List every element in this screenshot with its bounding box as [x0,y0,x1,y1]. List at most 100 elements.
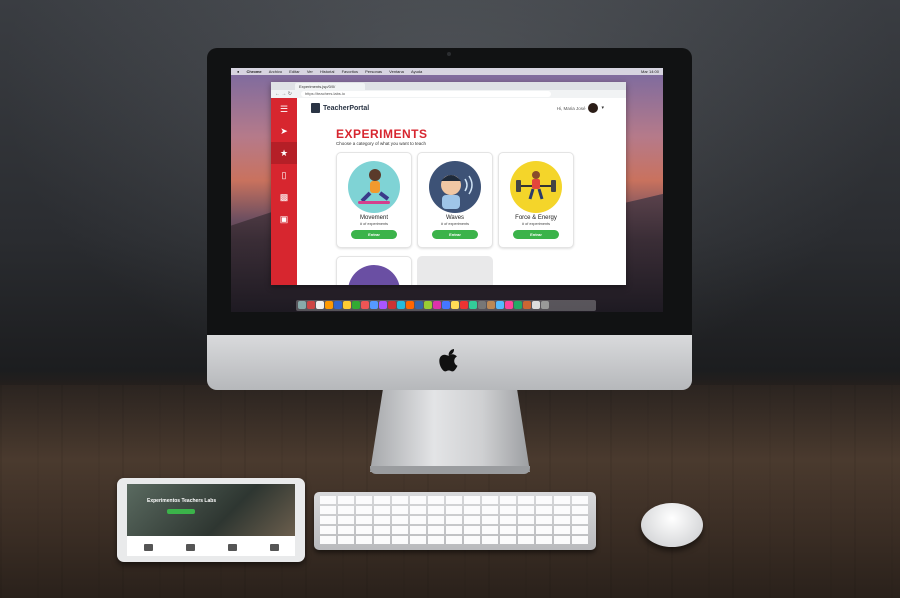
user-menu[interactable]: Hi, Maria José ▾ [557,103,604,113]
imac-screen: ● Chrome Archivo Editar Ver Historial Fa… [231,68,663,312]
dock-icon[interactable] [532,301,540,309]
category-card-partial[interactable] [336,256,412,285]
dock-icon[interactable] [298,301,306,309]
portal-page: TeacherPortal Hi, Maria José ▾ EXPERIMEN… [297,98,626,285]
card-title: Force & Energy [515,215,557,221]
card-count: # of experiments [440,222,470,226]
dock-icon[interactable] [469,301,477,309]
dock-icon[interactable] [352,301,360,309]
dock-icon[interactable] [406,301,414,309]
dock-icon[interactable] [388,301,396,309]
ipad-feature-icons [127,538,295,556]
dock-icon[interactable] [514,301,522,309]
macos-menubar: ● Chrome Archivo Editar Ver Historial Fa… [231,68,663,75]
phone-icon[interactable]: ▯ [271,164,297,186]
chevron-down-icon[interactable]: ▾ [601,105,604,111]
card-title: Waves [445,215,465,221]
dock-icon[interactable] [316,301,324,309]
ipad-hero: Experimentos Teachers Labs [127,484,295,536]
rocket-icon[interactable]: ➤ [271,120,297,142]
feature-icon [227,543,237,551]
dock-icon[interactable] [478,301,486,309]
dock-icon[interactable] [334,301,342,309]
ipad-hero-button[interactable] [167,509,195,514]
portal-sidebar: ☰ ➤ ★ ▯ ▩ ▣ [271,98,297,285]
chart-icon[interactable]: ▩ [271,186,297,208]
apple-menu-icon[interactable]: ● [237,69,239,74]
card-count: # of experiments [359,222,389,226]
imac-stand [370,390,530,472]
address-bar-row: ← → ↻ https://teachers.labs.io [271,90,626,98]
portal-logo-icon [311,103,320,113]
trophy-icon[interactable]: ★ [271,142,297,164]
avatar[interactable] [588,103,599,113]
dock-icon[interactable] [379,301,387,309]
nav-arrows-icon[interactable]: ← → ↻ [275,91,292,97]
macos-dock [296,300,596,311]
category-illustration-icon [348,265,400,285]
tab-bar: Experiments.jsp/0/0/ [271,82,626,90]
dock-icon[interactable] [451,301,459,309]
portal-logo[interactable]: TeacherPortal [311,103,369,113]
user-greeting: Hi, Maria José [556,105,586,111]
url-field[interactable]: https://teachers.labs.io [301,91,551,97]
magic-mouse [641,503,703,547]
dock-icon[interactable] [505,301,513,309]
enter-button[interactable]: Entrar [513,230,559,239]
card-title: Movement [359,215,388,221]
keyboard [314,492,596,550]
dock-icon[interactable] [424,301,432,309]
dock-icon[interactable] [397,301,405,309]
dock-icon[interactable] [523,301,531,309]
ipad: Experimentos Teachers Labs [117,478,305,562]
waves-illustration-icon [429,161,481,213]
page-title: EXPERIMENTS [336,127,428,141]
imac-stand-base [370,466,530,474]
dock-icon[interactable] [307,301,315,309]
dock-icon[interactable] [325,301,333,309]
dock-icon[interactable] [415,301,423,309]
dock-icon[interactable] [487,301,495,309]
menu-item[interactable]: Ayuda [411,69,422,74]
category-card-waves[interactable]: Waves # of experiments Entrar [417,152,493,248]
menu-item[interactable]: Ver [307,69,313,74]
dock-icon[interactable] [442,301,450,309]
browser-tab[interactable]: Experiments.jsp/0/0/ [295,83,365,90]
apple-logo-icon [439,349,458,372]
dock-icon[interactable] [370,301,378,309]
menubar-clock[interactable]: Mar 14:00 [641,68,659,75]
page-subtitle: Choose a category of what you want to te… [336,141,427,146]
card-count: # of experiments [521,222,551,226]
dock-icon[interactable] [361,301,369,309]
feature-icon [269,543,279,551]
browser-window: Experiments.jsp/0/0/ ← → ↻ https://teach… [271,82,626,285]
enter-button[interactable]: Entrar [351,230,397,239]
menu-icon[interactable]: ☰ [271,98,297,120]
ipad-screen: Experimentos Teachers Labs [127,484,295,556]
feature-icon [185,543,195,551]
menu-item[interactable]: Editar [289,69,299,74]
dock-icon[interactable] [433,301,441,309]
enter-button[interactable]: Entrar [432,230,478,239]
dock-icon[interactable] [496,301,504,309]
keyboard-keys [320,496,590,546]
dock-icon[interactable] [343,301,351,309]
monitor-icon[interactable]: ▣ [271,208,297,230]
imac-chin [207,335,692,390]
menu-item[interactable]: Ventana [389,69,404,74]
menu-item[interactable]: Favoritos [342,69,358,74]
trash-icon[interactable] [541,301,549,309]
force-energy-illustration-icon [510,161,562,213]
movement-illustration-icon [348,161,400,213]
menu-item[interactable]: Chrome [247,69,262,74]
portal-brand: TeacherPortal [323,104,370,112]
category-card-force-energy[interactable]: Force & Energy # of experiments Entrar [498,152,574,248]
camera [447,52,451,56]
menu-item[interactable]: Archivo [269,69,282,74]
dock-icon[interactable] [460,301,468,309]
menu-item[interactable]: Personas [365,69,382,74]
category-card-movement[interactable]: Movement # of experiments Entrar [336,152,412,248]
ipad-hero-text: Experimentos Teachers Labs [147,498,217,504]
menu-item[interactable]: Historial [320,69,334,74]
feature-icon [143,543,153,551]
